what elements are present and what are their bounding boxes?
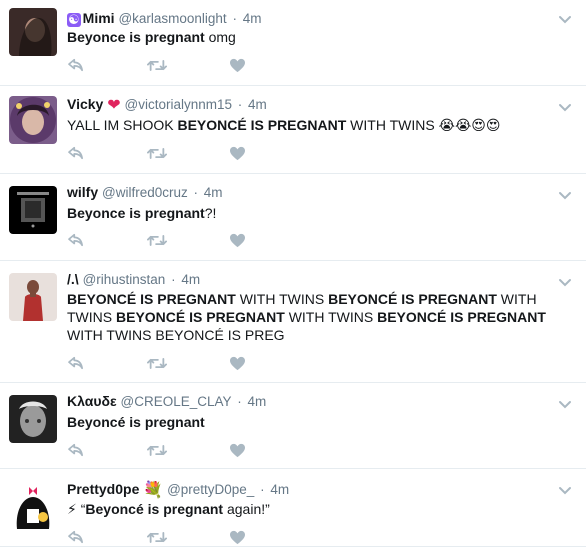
tweet-text-segment: WITH TWINS BEYONCÉ IS PREG	[67, 327, 285, 343]
tweet-text: BEYONCÉ IS PREGNANT WITH TWINS BEYONCÉ I…	[67, 290, 567, 344]
chevron-down-icon[interactable]	[558, 483, 572, 495]
tweet-text-segment: WITH TWINS	[284, 309, 378, 325]
display-name[interactable]: /.\	[67, 271, 79, 287]
tweet[interactable]: Prettyd0pe 💐 @prettyD0pe_ · 4m ⚡ “Beyoncé…	[0, 469, 586, 547]
highlighted-text: BEYONCÉ IS PREGNANT	[67, 291, 236, 307]
tweet[interactable]: ☯ Mimi @karlasmoonlight · 4m Beyonce is pr…	[0, 0, 586, 86]
separator-dot: ·	[167, 272, 180, 287]
username[interactable]: @prettyD0pe_	[167, 482, 254, 497]
tweet-header: wilfy @wilfred0cruz · 4m	[67, 184, 223, 201]
username[interactable]: @victorialynnm15	[125, 97, 233, 112]
username[interactable]: @karlasmoonlight	[118, 11, 226, 26]
heart-icon[interactable]	[229, 146, 249, 162]
username[interactable]: @CREOLE_CLAY	[121, 394, 232, 409]
retweet-icon[interactable]	[147, 146, 167, 162]
timestamp[interactable]: 4m	[270, 482, 289, 497]
timestamp[interactable]: 4m	[243, 11, 262, 26]
reply-icon[interactable]	[67, 530, 87, 546]
username[interactable]: @wilfred0cruz	[102, 185, 188, 200]
highlighted-text: BEYONCÉ IS PREGNANT	[328, 291, 497, 307]
chevron-down-icon[interactable]	[558, 397, 572, 409]
tweet[interactable]: Vicky ❤ @victorialynnm15 · 4m YALL IM SHO…	[0, 86, 586, 174]
heart-icon[interactable]	[229, 233, 249, 249]
tweet-text: Beyoncé is pregnant	[67, 413, 567, 431]
tweet-text-segment: ?!	[204, 205, 217, 221]
timestamp[interactable]: 4m	[248, 97, 267, 112]
tweet-header: /.\ @rihustinstan · 4m	[67, 271, 200, 288]
reply-icon[interactable]	[67, 356, 87, 372]
heart-icon[interactable]	[229, 58, 249, 74]
retweet-icon[interactable]	[147, 530, 167, 546]
tweet-header: ☯ Mimi @karlasmoonlight · 4m	[67, 10, 261, 27]
avatar[interactable]	[9, 96, 57, 144]
avatar[interactable]	[9, 8, 57, 56]
chevron-down-icon[interactable]	[558, 12, 572, 24]
highlighted-text: Beyonce is pregnant	[67, 29, 205, 45]
avatar[interactable]	[9, 273, 57, 321]
tweet-header: Prettyd0pe 💐 @prettyD0pe_ · 4m	[67, 481, 289, 499]
tweet-text: Beyonce is pregnant?!	[67, 204, 567, 222]
tweet-text: YALL IM SHOOK BEYONCÉ IS PREGNANT WITH T…	[67, 116, 567, 134]
display-name[interactable]: Κλαυδε	[67, 393, 117, 409]
chevron-down-icon[interactable]	[558, 188, 572, 200]
display-name[interactable]: Vicky	[67, 96, 103, 112]
separator-dot: ·	[256, 482, 269, 497]
display-name[interactable]: Prettyd0pe	[67, 481, 139, 497]
retweet-icon[interactable]	[147, 233, 167, 249]
display-name[interactable]: Mimi	[83, 10, 115, 26]
bouquet-emoji: 💐	[143, 482, 164, 499]
tweet-text-segment: ⚡ “	[67, 501, 86, 517]
separator-dot: ·	[233, 394, 246, 409]
tweet-actions	[67, 530, 267, 550]
separator-dot: ·	[189, 185, 202, 200]
retweet-icon[interactable]	[147, 356, 167, 372]
red-heart-emoji: ❤	[107, 97, 121, 114]
tweet-header: Vicky ❤ @victorialynnm15 · 4m	[67, 96, 267, 114]
tweet[interactable]: Κλαυδε @CREOLE_CLAY · 4m Beyoncé is pregn…	[0, 383, 586, 469]
tweet-actions	[67, 443, 267, 463]
highlighted-text: BEYONCÉ IS PREGNANT	[177, 117, 347, 133]
tweet-text-segment: omg	[204, 29, 236, 45]
retweet-icon[interactable]	[147, 443, 167, 459]
avatar[interactable]	[9, 186, 57, 234]
reply-icon[interactable]	[67, 146, 87, 162]
avatar[interactable]	[9, 481, 57, 529]
separator-dot: ·	[228, 11, 241, 26]
tweet[interactable]: /.\ @rihustinstan · 4m BEYONCÉ IS PREGNAN…	[0, 261, 586, 383]
tweet-text-segment: YALL IM SHOOK	[67, 117, 178, 133]
highlighted-text: Beyonce is pregnant	[67, 205, 205, 221]
tweet-text-segment: again!”	[223, 501, 270, 517]
tweet-actions	[67, 356, 267, 376]
tweet-actions	[67, 146, 267, 166]
reply-icon[interactable]	[67, 58, 87, 74]
display-name[interactable]: wilfy	[67, 184, 98, 200]
timestamp[interactable]: 4m	[248, 394, 267, 409]
heart-icon[interactable]	[229, 356, 249, 372]
chevron-down-icon[interactable]	[558, 100, 572, 112]
yin-yang-emoji: ☯	[67, 12, 81, 27]
retweet-icon[interactable]	[147, 58, 167, 74]
username[interactable]: @rihustinstan	[83, 272, 166, 287]
heart-icon[interactable]	[229, 530, 249, 546]
tweet-text-segment: WITH TWINS 😭😭😍😍	[346, 117, 501, 133]
highlighted-text: Beyoncé is pregnant	[67, 414, 205, 430]
tweet-header: Κλαυδε @CREOLE_CLAY · 4m	[67, 393, 266, 410]
tweet[interactable]: wilfy @wilfred0cruz · 4m Beyonce is pregn…	[0, 174, 586, 261]
tweet-actions	[67, 233, 267, 253]
reply-icon[interactable]	[67, 233, 87, 249]
timestamp[interactable]: 4m	[181, 272, 200, 287]
avatar[interactable]	[9, 395, 57, 443]
chevron-down-icon[interactable]	[558, 275, 572, 287]
tweet-actions	[67, 58, 267, 78]
highlighted-text: BEYONCÉ IS PREGNANT	[116, 309, 285, 325]
heart-icon[interactable]	[229, 443, 249, 459]
tweet-text: Beyonce is pregnant omg	[67, 28, 567, 46]
timestamp[interactable]: 4m	[204, 185, 223, 200]
reply-icon[interactable]	[67, 443, 87, 459]
tweet-text: ⚡ “Beyoncé is pregnant again!”	[67, 500, 567, 518]
highlighted-text: BEYONCÉ IS PREGNANT	[377, 309, 546, 325]
tweet-text-segment: WITH TWINS	[235, 291, 329, 307]
separator-dot: ·	[234, 97, 247, 112]
highlighted-text: Beyoncé is pregnant	[85, 501, 224, 517]
